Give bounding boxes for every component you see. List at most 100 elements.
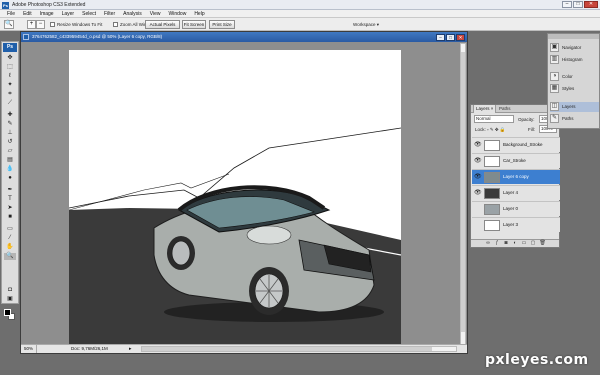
horizontal-scrollbar[interactable] xyxy=(141,346,457,352)
zoom-all-windows-checkbox[interactable] xyxy=(113,22,118,27)
new-group-icon[interactable]: ▭ xyxy=(522,241,527,246)
menu-help[interactable]: Help xyxy=(190,11,208,17)
zoom-out-icon[interactable]: − xyxy=(36,20,45,29)
zoom-level-field[interactable]: 50% xyxy=(21,345,37,353)
doc-minimize-button[interactable]: – xyxy=(436,33,445,41)
dock-navigator[interactable]: ▣ Navigator xyxy=(550,43,599,53)
brush-tool-icon[interactable]: ✎ xyxy=(4,121,16,128)
document-window-controls: – □ ✕ xyxy=(436,33,465,41)
dock-layers-label: Layers xyxy=(562,104,576,109)
screen-mode-icon[interactable]: ▣ xyxy=(4,296,16,303)
document-titlebar: 3764762582_c433959454d_o.psd @ 50% (Laye… xyxy=(21,32,467,42)
pen-tool-icon[interactable]: ✒ xyxy=(4,187,16,194)
eyedropper-tool-icon[interactable]: ⁄ xyxy=(4,235,16,242)
layer-thumbnail xyxy=(484,140,500,151)
toolbox: Ps ✥ ⬚ ℓ ✦ ⌗ ⟋ ✚ ✎ ⊥ ↺ ▱ ▤ 💧 ● ✒ T ➤ ■ ▭… xyxy=(1,41,19,320)
zoom-tool-icon[interactable]: 🔍 xyxy=(4,253,16,260)
eraser-tool-icon[interactable]: ▱ xyxy=(4,148,16,155)
resize-windows-checkbox[interactable] xyxy=(50,22,55,27)
status-menu-arrow-icon[interactable]: ▸ xyxy=(129,345,132,353)
gradient-tool-icon[interactable]: ▤ xyxy=(4,157,16,164)
maximize-button[interactable]: □ xyxy=(573,1,583,8)
layer-thumbnail xyxy=(484,172,500,183)
canvas-artwork[interactable] xyxy=(69,50,401,344)
menu-window[interactable]: Window xyxy=(165,11,191,17)
add-mask-icon[interactable]: ◙ xyxy=(504,241,509,246)
eye-icon[interactable]: 👁 xyxy=(474,158,482,165)
crop-tool-icon[interactable]: ⌗ xyxy=(4,91,16,98)
eye-toggle-empty[interactable] xyxy=(474,222,481,229)
workspace-menu[interactable]: Workspace ▾ xyxy=(346,20,386,29)
dock-color[interactable]: ◑ Color xyxy=(550,72,599,82)
dock-histogram-label: Histogram xyxy=(562,57,583,62)
layer-row[interactable]: 👁 Background_Stroke xyxy=(472,137,560,152)
healing-brush-tool-icon[interactable]: ✚ xyxy=(4,112,16,119)
adjustment-layer-icon[interactable]: ◐ xyxy=(513,241,518,246)
layer-thumbnail xyxy=(484,220,500,231)
menu-view[interactable]: View xyxy=(146,11,165,17)
marquee-tool-icon[interactable]: ⬚ xyxy=(4,64,16,71)
layer-row[interactable]: 👁 Car_Stroke xyxy=(472,153,560,168)
menu-analysis[interactable]: Analysis xyxy=(119,11,146,17)
path-selection-tool-icon[interactable]: ➤ xyxy=(4,205,16,212)
shape-tool-icon[interactable]: ■ xyxy=(4,214,16,221)
new-layer-icon[interactable]: ▢ xyxy=(531,241,536,246)
notes-tool-icon[interactable]: ▭ xyxy=(4,226,16,233)
print-size-button[interactable]: Print Size xyxy=(209,20,235,29)
menu-select[interactable]: Select xyxy=(78,11,100,17)
layer-row[interactable]: 👁 Layer 4 xyxy=(472,185,560,200)
dock-grip[interactable] xyxy=(548,34,599,39)
eye-icon[interactable]: 👁 xyxy=(474,142,482,149)
horizontal-scroll-thumb[interactable] xyxy=(142,347,432,351)
document-title: 3764762582_c433959454d_o.psd @ 50% (Laye… xyxy=(32,34,163,39)
layer-row-selected[interactable]: 👁 Layer 6 copy xyxy=(472,169,560,184)
zoom-in-icon[interactable]: + xyxy=(27,20,36,29)
menu-edit[interactable]: Edit xyxy=(19,11,36,17)
doc-close-button[interactable]: ✕ xyxy=(456,33,465,41)
zoom-tool-preset-icon[interactable]: 🔍 xyxy=(4,20,14,29)
fill-label: Fill: xyxy=(528,127,535,132)
window-controls: – □ ✕ xyxy=(562,1,598,8)
dock-paths[interactable]: ✎ Paths xyxy=(550,114,599,124)
layer-row[interactable]: Layer 3 xyxy=(472,217,560,232)
foreground-color-swatch[interactable] xyxy=(4,309,11,316)
menu-layer[interactable]: Layer xyxy=(58,11,79,17)
clone-stamp-tool-icon[interactable]: ⊥ xyxy=(4,130,16,137)
tab-layers[interactable]: Layers × xyxy=(473,105,497,113)
lasso-tool-icon[interactable]: ℓ xyxy=(4,73,16,80)
link-layers-icon[interactable]: ∞ xyxy=(486,241,491,246)
delete-layer-icon[interactable]: 🗑 xyxy=(540,241,546,246)
blur-tool-icon[interactable]: 💧 xyxy=(4,166,16,173)
blend-mode-select[interactable]: Normal xyxy=(474,115,514,123)
vertical-scrollbar[interactable] xyxy=(460,43,466,345)
magic-wand-tool-icon[interactable]: ✦ xyxy=(4,82,16,89)
lock-icons[interactable]: ▫ ✎ ✥ 🔒 xyxy=(487,125,506,134)
dock-histogram[interactable]: ▥ Histogram xyxy=(550,55,599,65)
layer-row[interactable]: Layer 0 xyxy=(472,201,560,216)
menu-filter[interactable]: Filter xyxy=(100,11,119,17)
layer-style-icon[interactable]: ƒ xyxy=(495,241,500,246)
hand-tool-icon[interactable]: ✋ xyxy=(4,244,16,251)
slice-tool-icon[interactable]: ⟋ xyxy=(4,100,16,107)
close-button[interactable]: ✕ xyxy=(584,1,598,8)
move-tool-icon[interactable]: ✥ xyxy=(4,55,16,62)
vertical-scroll-thumb[interactable] xyxy=(461,52,465,332)
eye-toggle-empty[interactable] xyxy=(474,206,481,213)
minimize-button[interactable]: – xyxy=(562,1,572,8)
dodge-tool-icon[interactable]: ● xyxy=(4,175,16,182)
history-brush-tool-icon[interactable]: ↺ xyxy=(4,139,16,146)
tab-paths[interactable]: Paths xyxy=(497,105,513,113)
dock-styles[interactable]: ▦ Styles xyxy=(550,84,599,94)
dock-layers[interactable]: ◫ Layers xyxy=(550,102,599,112)
doc-maximize-button[interactable]: □ xyxy=(446,33,455,41)
layer-name: Background_Stroke xyxy=(503,142,543,147)
menu-image[interactable]: Image xyxy=(36,11,58,17)
eye-icon[interactable]: 👁 xyxy=(474,174,482,181)
quick-mask-icon[interactable]: ◘ xyxy=(4,287,16,294)
menu-file[interactable]: File xyxy=(3,11,19,17)
type-tool-icon[interactable]: T xyxy=(4,196,16,203)
eye-icon[interactable]: 👁 xyxy=(474,190,482,197)
layer-name: Layer 0 xyxy=(503,206,519,211)
fit-screen-button[interactable]: Fit Screen xyxy=(182,20,206,29)
actual-pixels-button[interactable]: Actual Pixels xyxy=(145,20,180,29)
